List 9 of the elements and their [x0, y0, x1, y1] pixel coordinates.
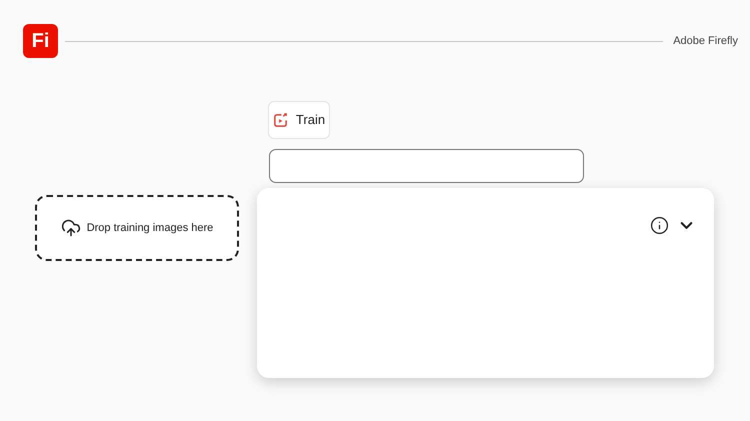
brand-name: Adobe Firefly [673, 34, 738, 49]
dropzone-text: Drop training images here [86, 220, 214, 236]
input-field[interactable] [269, 149, 584, 183]
training-icon [272, 112, 288, 128]
train-button[interactable]: Train [268, 101, 330, 139]
info-icon[interactable] [650, 216, 669, 235]
app-logo: Fi [23, 24, 58, 58]
upload-cloud-icon [60, 218, 81, 238]
dropzone[interactable]: Drop training images here [35, 195, 239, 261]
